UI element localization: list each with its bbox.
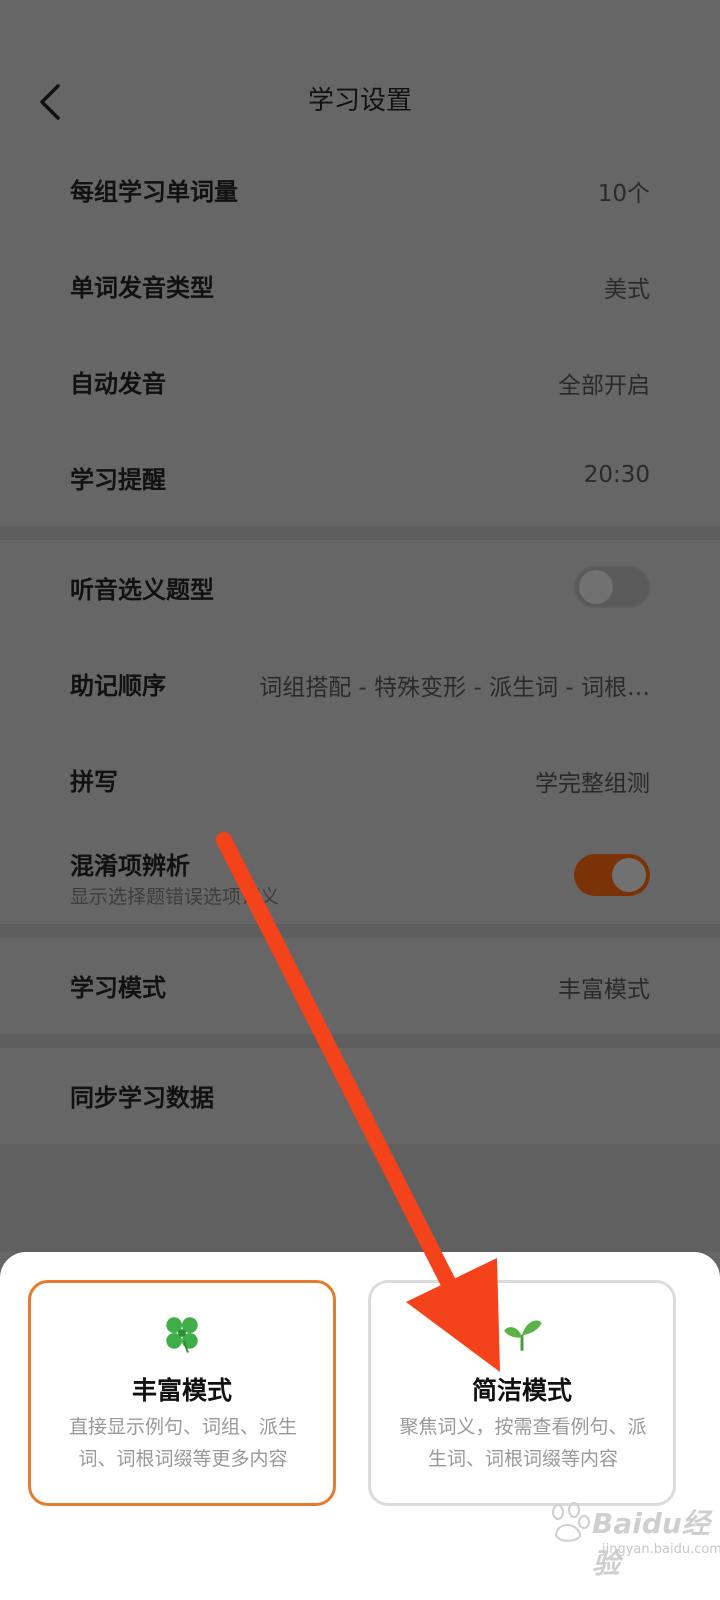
empty-area xyxy=(0,1144,720,1252)
setting-row-listen-choice: 听音选义题型 xyxy=(0,540,720,636)
setting-label: 同步学习数据 xyxy=(70,1084,214,1112)
setting-row-pronunciation-type[interactable]: 单词发音类型 美式 xyxy=(0,238,720,334)
simple-mode-card[interactable]: 简洁模式 聚焦词义，按需查看例句、派生词、词根词缀等内容 xyxy=(368,1280,676,1506)
sprout-icon xyxy=(504,1320,542,1351)
paw-icon xyxy=(552,1502,590,1542)
setting-row-confusion: 混淆项辨析 显示选择题错误选项词义 xyxy=(0,814,720,924)
setting-row-auto-pronounce[interactable]: 自动发音 全部开启 xyxy=(0,334,720,430)
setting-label: 听音选义题型 xyxy=(70,576,214,604)
setting-label: 拼写 xyxy=(70,768,118,796)
setting-row-words-per-group[interactable]: 每组学习单词量 10个 xyxy=(0,142,720,238)
setting-value: 词组搭配 - 特殊变形 - 派生词 - 词根… xyxy=(259,675,650,701)
setting-value: 丰富模式 xyxy=(558,977,650,1003)
setting-value: 20:30 xyxy=(583,462,650,488)
setting-sub-label: 显示选择题错误选项词义 xyxy=(70,886,280,908)
page-title: 学习设置 xyxy=(307,86,412,116)
rich-mode-description: 直接显示例句、词组、派生词、词根词缀等更多内容 xyxy=(68,1416,297,1470)
setting-row-study-mode[interactable]: 学习模式 丰富模式 xyxy=(0,938,720,1034)
section-divider xyxy=(0,526,720,540)
setting-label: 自动发音 xyxy=(70,370,166,398)
setting-label: 助记顺序 xyxy=(70,672,166,700)
setting-label: 学习提醒 xyxy=(70,466,166,494)
confusion-toggle[interactable] xyxy=(574,854,650,896)
section-divider xyxy=(0,1034,720,1048)
setting-label: 混淆项辨析 xyxy=(70,852,190,880)
setting-value: 10个 xyxy=(597,181,650,207)
listen-choice-toggle[interactable] xyxy=(574,566,650,608)
setting-row-study-reminder[interactable]: 学习提醒 20:30 xyxy=(0,430,720,526)
setting-value: 全部开启 xyxy=(558,373,650,399)
clover-icon xyxy=(166,1317,198,1353)
simple-mode-title: 简洁模式 xyxy=(471,1376,572,1405)
setting-label: 每组学习单词量 xyxy=(70,178,238,206)
rich-mode-card[interactable]: 丰富模式 直接显示例句、词组、派生词、词根词缀等更多内容 xyxy=(28,1280,336,1506)
section-divider xyxy=(0,924,720,938)
setting-value: 学完整组测 xyxy=(535,771,650,797)
setting-label: 单词发音类型 xyxy=(70,274,214,302)
setting-row-sync[interactable]: 同步学习数据 xyxy=(0,1048,720,1144)
simple-mode-description: 聚焦词义，按需查看例句、派生词、词根词缀等内容 xyxy=(399,1416,647,1470)
setting-row-mnemonic-order[interactable]: 助记顺序 词组搭配 - 特殊变形 - 派生词 - 词根… xyxy=(0,636,720,732)
study-mode-sheet: 丰富模式 直接显示例句、词组、派生词、词根词缀等更多内容 简洁模式 聚焦词义，按… xyxy=(0,1252,720,1600)
setting-label: 学习模式 xyxy=(70,974,166,1002)
baidu-watermark: Baidu经验 jingyan.baidu.com xyxy=(540,1498,720,1580)
rich-mode-title: 丰富模式 xyxy=(131,1376,232,1405)
toggle-knob xyxy=(612,858,646,892)
toggle-knob xyxy=(579,570,613,604)
watermark-url: jingyan.baidu.com xyxy=(602,1542,720,1557)
setting-value: 美式 xyxy=(604,277,650,303)
